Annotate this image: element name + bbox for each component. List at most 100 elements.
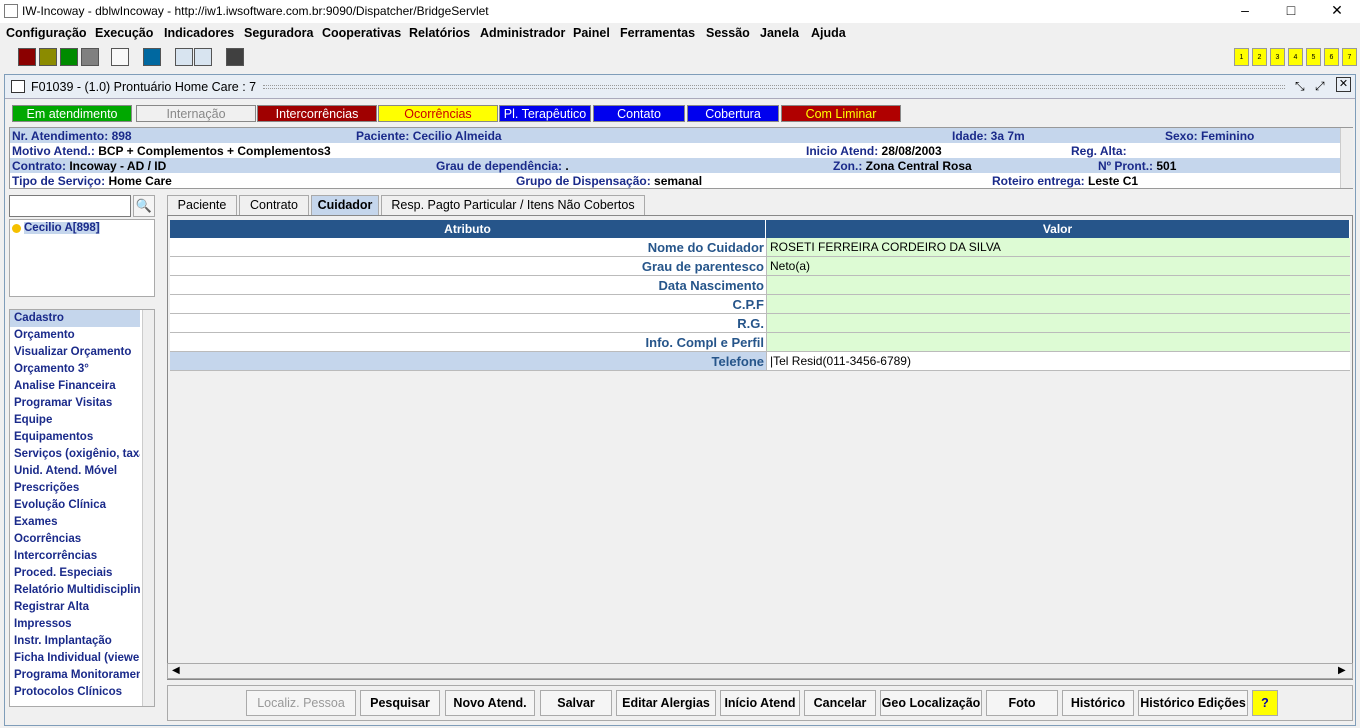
side-menu-item[interactable]: Instr. Implantação [10, 633, 140, 650]
status-intercorrencias[interactable]: Intercorrências [257, 105, 377, 122]
scroll-right-icon[interactable]: ▶ [1338, 665, 1346, 676]
grid-horizontal-scrollbar[interactable]: ◀ ▶ [167, 663, 1353, 679]
menu-ajuda[interactable]: Ajuda [811, 26, 846, 40]
table-row[interactable]: Grau de parentesco Neto(a) [170, 257, 1350, 276]
status-cobertura[interactable]: Cobertura [687, 105, 779, 122]
table-row[interactable]: Data Nascimento [170, 276, 1350, 295]
historico-button[interactable]: Histórico [1062, 690, 1134, 716]
side-menu-item[interactable]: Registrar Alta [10, 599, 140, 616]
close-frame-icon[interactable]: ✕ [1336, 77, 1351, 92]
side-menu-scrollbar[interactable] [142, 310, 154, 706]
side-menu-item[interactable]: Unid. Atend. Móvel [10, 463, 140, 480]
inicio-atend-button[interactable]: Início Atend [720, 690, 800, 716]
value-cell[interactable]: |Tel Resid(011-3456-6789) [766, 352, 1350, 371]
menu-execucao[interactable]: Execução [95, 26, 153, 40]
side-menu-item[interactable]: Evolução Clínica [10, 497, 140, 514]
window-6-button[interactable]: 6 [1324, 48, 1339, 66]
foto-button[interactable]: Foto [986, 690, 1058, 716]
side-menu-item[interactable]: Ficha Individual (viewer [10, 650, 140, 667]
side-menu-item[interactable]: Cadastro [10, 310, 140, 327]
table-row[interactable]: Telefone |Tel Resid(011-3456-6789) [170, 352, 1350, 371]
editar-alergias-button[interactable]: Editar Alergias [616, 690, 716, 716]
value-cell[interactable] [766, 276, 1350, 295]
status-em-atendimento[interactable]: Em atendimento [12, 105, 132, 122]
geo-localizacao-button[interactable]: Geo Localização [880, 690, 982, 716]
color-swatch-white[interactable] [111, 48, 129, 66]
window-5-button[interactable]: 5 [1306, 48, 1321, 66]
scroll-left-icon[interactable]: ◀ [172, 665, 180, 676]
info-scrollbar[interactable] [1340, 128, 1353, 188]
cancelar-button[interactable]: Cancelar [804, 690, 876, 716]
menu-janela[interactable]: Janela [760, 26, 799, 40]
status-pl-terapeutico[interactable]: Pl. Terapêutico [499, 105, 591, 122]
color-swatch-dark[interactable] [226, 48, 244, 66]
table-row[interactable]: C.P.F [170, 295, 1350, 314]
value-cell[interactable] [766, 333, 1350, 352]
color-swatch-green[interactable] [60, 48, 78, 66]
window-grid-icon[interactable] [194, 48, 212, 66]
window-2-button[interactable]: 2 [1252, 48, 1267, 66]
iconify-icon[interactable]: ⤡ [1295, 79, 1305, 94]
menu-sessao[interactable]: Sessão [706, 26, 750, 40]
window-1-button[interactable]: 1 [1234, 48, 1249, 66]
value-cell[interactable] [766, 295, 1350, 314]
patient-search-input[interactable] [9, 195, 131, 217]
side-menu-item[interactable]: Orçamento 3° [10, 361, 140, 378]
side-menu-item[interactable]: Programar Visitas [10, 395, 140, 412]
side-menu-item[interactable]: Intercorrências [10, 548, 140, 565]
help-button[interactable]: ? [1252, 690, 1278, 716]
maximize-frame-icon[interactable]: ⤢ [1315, 79, 1325, 94]
column-header-valor[interactable]: Valor [766, 220, 1350, 238]
menu-relatorios[interactable]: Relatórios [409, 26, 470, 40]
tree-view-icon[interactable] [175, 48, 193, 66]
menu-configuracao[interactable]: Configuração [6, 26, 87, 40]
side-menu-item[interactable]: Proced. Especiais [10, 565, 140, 582]
window-3-button[interactable]: 3 [1270, 48, 1285, 66]
novo-atend-button[interactable]: Novo Atend. [445, 690, 535, 716]
window-4-button[interactable]: 4 [1288, 48, 1303, 66]
color-swatch-blue[interactable] [143, 48, 161, 66]
pesquisar-button[interactable]: Pesquisar [360, 690, 440, 716]
status-ocorrencias[interactable]: Ocorrências [378, 105, 498, 122]
table-row[interactable]: R.G. [170, 314, 1350, 333]
menu-indicadores[interactable]: Indicadores [164, 26, 234, 40]
window-7-button[interactable]: 7 [1342, 48, 1357, 66]
tab-resp-pagto[interactable]: Resp. Pagto Particular / Itens Não Cober… [381, 195, 645, 215]
localiz-pessoa-button[interactable]: Localiz. Pessoa [246, 690, 356, 716]
side-menu-item[interactable]: Visualizar Orçamento [10, 344, 140, 361]
menu-administrador[interactable]: Administrador [480, 26, 565, 40]
side-menu-item[interactable]: Serviços (oxigênio, taxa [10, 446, 140, 463]
tab-paciente[interactable]: Paciente [167, 195, 237, 215]
tab-contrato[interactable]: Contrato [239, 195, 309, 215]
side-menu-item[interactable]: Ocorrências [10, 531, 140, 548]
color-swatch-dark-red[interactable] [18, 48, 36, 66]
salvar-button[interactable]: Salvar [540, 690, 612, 716]
side-menu-item[interactable]: Equipe [10, 412, 140, 429]
value-cell[interactable]: Neto(a) [766, 257, 1350, 276]
menu-painel[interactable]: Painel [573, 26, 610, 40]
side-menu-item[interactable]: Prescrições [10, 480, 140, 497]
value-cell[interactable]: ROSETI FERREIRA CORDEIRO DA SILVA [766, 238, 1350, 257]
status-internacao[interactable]: Internação [136, 105, 256, 122]
side-menu-item[interactable]: Impressos [10, 616, 140, 633]
status-contato[interactable]: Contato [593, 105, 685, 122]
side-menu-item[interactable]: Programa Monitoramen [10, 667, 140, 684]
side-menu-item[interactable]: Orçamento [10, 327, 140, 344]
menu-ferramentas[interactable]: Ferramentas [620, 26, 695, 40]
side-menu-item[interactable]: Equipamentos [10, 429, 140, 446]
maximize-button[interactable]: □ [1268, 0, 1314, 23]
table-row[interactable]: Info. Compl e Perfil [170, 333, 1350, 352]
tab-cuidador[interactable]: Cuidador [311, 195, 379, 215]
close-button[interactable]: ✕ [1314, 0, 1360, 23]
table-row[interactable]: Nome do Cuidador ROSETI FERREIRA CORDEIRO… [170, 238, 1350, 257]
status-com-liminar[interactable]: Com Liminar [781, 105, 901, 122]
side-menu-item[interactable]: Exames [10, 514, 140, 531]
patient-node[interactable]: Cecilio A[898] [24, 222, 100, 234]
minimize-button[interactable]: – [1222, 0, 1268, 23]
menu-cooperativas[interactable]: Cooperativas [322, 26, 401, 40]
side-menu-item[interactable]: Protocolos Clínicos [10, 684, 140, 701]
value-cell[interactable] [766, 314, 1350, 333]
side-menu-item[interactable]: Relatório Multidisciplina [10, 582, 140, 599]
search-icon[interactable]: 🔍 [133, 195, 155, 217]
side-menu-item[interactable]: Analise Financeira [10, 378, 140, 395]
